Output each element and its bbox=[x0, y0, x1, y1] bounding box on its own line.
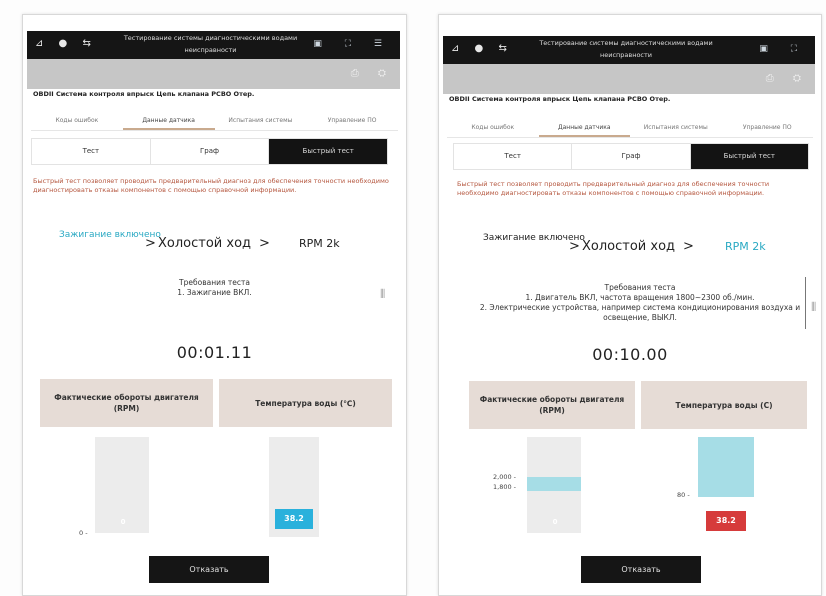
step-idle: Холостой ход bbox=[582, 239, 676, 254]
step-ignition-on: Зажигание включено bbox=[483, 233, 585, 243]
mode-quick-test-button[interactable]: Быстрый тест bbox=[690, 144, 808, 169]
water-temp-gauge-bar bbox=[698, 437, 754, 497]
rpm-axis-tick: 0 - bbox=[79, 529, 88, 537]
toolbar: ⎙ ⛭ bbox=[443, 64, 815, 94]
requirement-item-2: 2. Электрические устройства, например си… bbox=[479, 303, 801, 322]
rpm-value: 0 bbox=[120, 518, 126, 526]
window-title: Тестирование системы диагностическими во… bbox=[539, 39, 713, 59]
requirement-item-1: 1. Двигатель ВКЛ, частота вращения 1800~… bbox=[525, 293, 755, 302]
screenshot-left: ⊿ ● ⇆ Тестирование системы диагностическ… bbox=[22, 14, 407, 596]
mode-selector: Тест Граф Быстрый тест bbox=[31, 138, 388, 165]
page-subtitle: OBDII Система контроля впрыск Цепь клапа… bbox=[449, 95, 671, 103]
scrollbar[interactable] bbox=[805, 277, 806, 329]
mode-quick-test-button[interactable]: Быстрый тест bbox=[269, 139, 388, 164]
test-steps: Зажигание включено > Холостой ход > RPM … bbox=[23, 227, 406, 267]
tab-control[interactable]: Управление ПО bbox=[722, 118, 814, 137]
step-arrow-1: > bbox=[569, 239, 580, 254]
tab-bar: Коды ошибок Данные датчика Испытания сис… bbox=[447, 118, 813, 138]
mode-graph-button[interactable]: Граф bbox=[572, 144, 691, 169]
rpm-axis-tick-low: 1,800 - bbox=[493, 483, 517, 491]
step-ignition-on: Зажигание включено bbox=[59, 230, 161, 240]
tab-system-tests[interactable]: Испытания системы bbox=[215, 111, 307, 130]
requirement-item: 1. Зажигание ВКЛ. bbox=[177, 288, 252, 297]
test-timer: 00:10.00 bbox=[592, 345, 668, 364]
water-temp-header: Температура воды (℃) bbox=[219, 379, 392, 427]
tab-system-tests[interactable]: Испытания системы bbox=[630, 118, 722, 137]
page-subtitle: OBDII Система контроля впрыск Цепь клапа… bbox=[33, 90, 255, 98]
mode-selector: Тест Граф Быстрый тест bbox=[453, 143, 809, 170]
status-icons: ⊿ ● ⇆ bbox=[35, 38, 97, 49]
status-right-icons[interactable]: ▣ ⛶ bbox=[759, 44, 807, 54]
rpm-header: Фактические обороты двигателя (RPM) bbox=[469, 381, 635, 429]
tab-bar: Коды ошибок Данные датчика Испытания сис… bbox=[31, 111, 398, 131]
water-temp-header: Температура воды (С) bbox=[641, 381, 807, 429]
test-timer: 00:01.11 bbox=[176, 343, 253, 362]
tab-sensor-data[interactable]: Данные датчика bbox=[122, 111, 215, 130]
screenshot-right: ⊿ ● ⇆ Тестирование системы диагностическ… bbox=[438, 14, 822, 596]
rpm-target-band bbox=[527, 477, 581, 491]
cancel-button[interactable]: Отказать bbox=[149, 556, 269, 583]
status-bar: ⊿ ● ⇆ Тестирование системы диагностическ… bbox=[443, 36, 815, 64]
requirements-title: Требования теста bbox=[604, 283, 676, 292]
rpm-axis-tick-high: 2,000 - bbox=[493, 473, 517, 481]
gauge-headers: Фактические обороты двигателя (RPM) Темп… bbox=[40, 379, 392, 427]
toolbar: ⎙ ⛭ bbox=[27, 59, 400, 89]
window-title: Тестирование системы диагностическими во… bbox=[123, 34, 298, 54]
cancel-button[interactable]: Отказать bbox=[581, 556, 701, 583]
scroll-handle-icon[interactable]: ⦀ bbox=[811, 300, 816, 315]
tab-error-codes[interactable]: Коды ошибок bbox=[447, 118, 539, 137]
tab-error-codes[interactable]: Коды ошибок bbox=[31, 111, 123, 130]
water-temp-axis-tick: 80 - bbox=[677, 491, 690, 499]
water-temp-fill bbox=[698, 437, 754, 497]
step-arrow-1: > bbox=[145, 236, 156, 251]
water-temp-value: 38.2 bbox=[706, 511, 746, 531]
status-bar: ⊿ ● ⇆ Тестирование системы диагностическ… bbox=[27, 31, 400, 59]
rpm-value: 0 bbox=[552, 518, 558, 526]
test-steps: Зажигание включено > Холостой ход > RPM … bbox=[439, 230, 821, 270]
mode-test-button[interactable]: Тест bbox=[32, 139, 151, 164]
test-requirements: Требования теста 1. Двигатель ВКЛ, часто… bbox=[479, 283, 801, 323]
gauge-headers: Фактические обороты двигателя (RPM) Темп… bbox=[469, 381, 807, 429]
step-idle: Холостой ход bbox=[158, 236, 252, 251]
tab-sensor-data[interactable]: Данные датчика bbox=[538, 118, 630, 137]
step-arrow-2: > bbox=[259, 236, 270, 251]
test-requirements: Требования теста 1. Зажигание ВКЛ. bbox=[63, 278, 366, 298]
step-arrow-2: > bbox=[683, 239, 694, 254]
toolbar-icons[interactable]: ⎙ ⛭ bbox=[351, 68, 394, 79]
tab-control[interactable]: Управление ПО bbox=[306, 111, 398, 130]
quick-test-description: Быстрый тест позволяет проводить предвар… bbox=[33, 177, 389, 194]
mode-test-button[interactable]: Тест bbox=[454, 144, 573, 169]
quick-test-description: Быстрый тест позволяет проводить предвар… bbox=[457, 180, 770, 197]
step-rpm-2k: RPM 2k bbox=[725, 240, 766, 253]
status-right-icons[interactable]: ▣ ⛶ ☰ bbox=[313, 39, 392, 49]
rpm-header: Фактические обороты двигателя (RPM) bbox=[40, 379, 213, 427]
step-rpm-2k: RPM 2k bbox=[299, 237, 340, 250]
scroll-handle-icon[interactable]: ⦀ bbox=[380, 287, 385, 302]
water-temp-value: 38.2 bbox=[275, 509, 313, 529]
mode-graph-button[interactable]: Граф bbox=[151, 139, 270, 164]
status-icons: ⊿ ● ⇆ bbox=[451, 43, 513, 54]
toolbar-icons[interactable]: ⎙ ⛭ bbox=[766, 73, 809, 84]
requirements-title: Требования теста bbox=[179, 278, 250, 287]
